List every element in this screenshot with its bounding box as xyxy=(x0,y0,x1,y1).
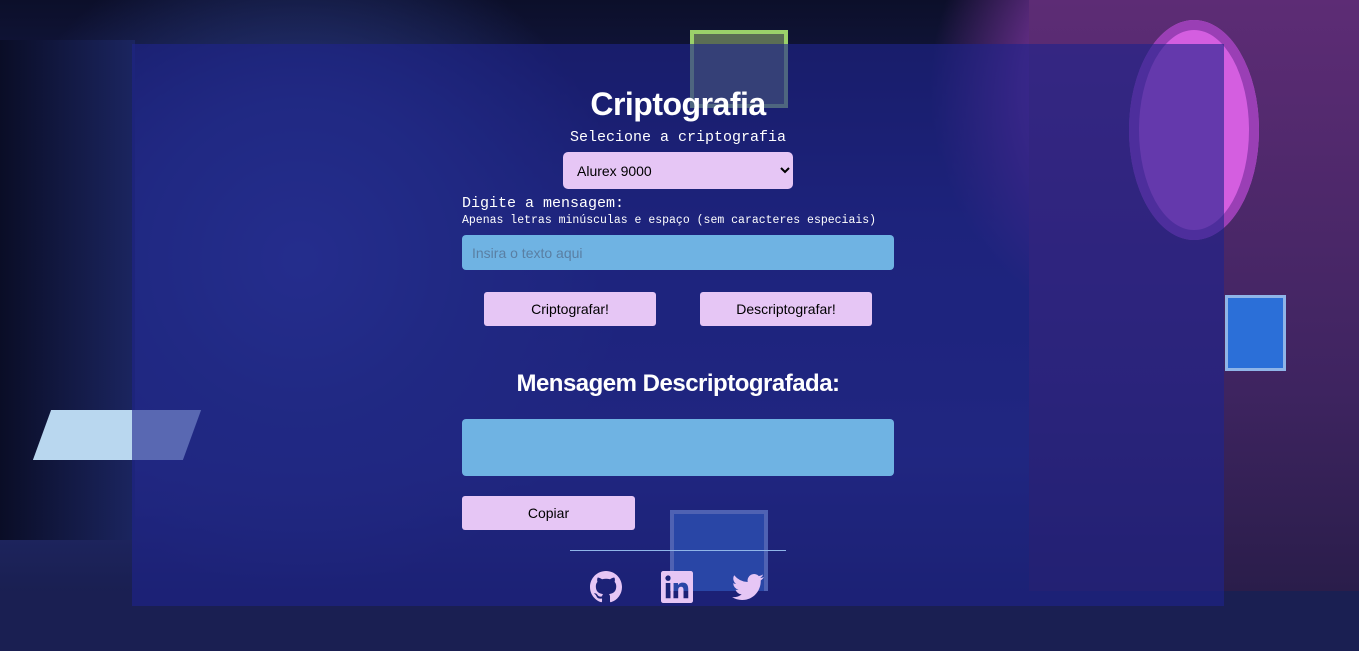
github-icon[interactable] xyxy=(590,571,622,603)
background-wall xyxy=(0,40,135,540)
result-output[interactable] xyxy=(462,419,894,476)
encrypt-button[interactable]: Criptografar! xyxy=(484,292,656,326)
message-input[interactable] xyxy=(462,235,894,270)
linkedin-icon[interactable] xyxy=(661,571,693,603)
select-cipher-label: Selecione a criptografia xyxy=(569,129,787,146)
message-label: Digite a mensagem: xyxy=(462,195,625,212)
decrypt-button[interactable]: Descriptografar! xyxy=(700,292,872,326)
page-title: Criptografia xyxy=(590,86,766,122)
background-screen xyxy=(1225,295,1286,371)
result-title: Mensagem Descriptografada: xyxy=(516,370,840,397)
twitter-icon[interactable] xyxy=(732,571,764,603)
copy-button[interactable]: Copiar xyxy=(462,496,635,530)
cipher-select[interactable]: Alurex 9000 xyxy=(563,152,793,189)
message-hint: Apenas letras minúsculas e espaço (sem c… xyxy=(462,214,877,227)
footer-divider xyxy=(570,550,786,551)
